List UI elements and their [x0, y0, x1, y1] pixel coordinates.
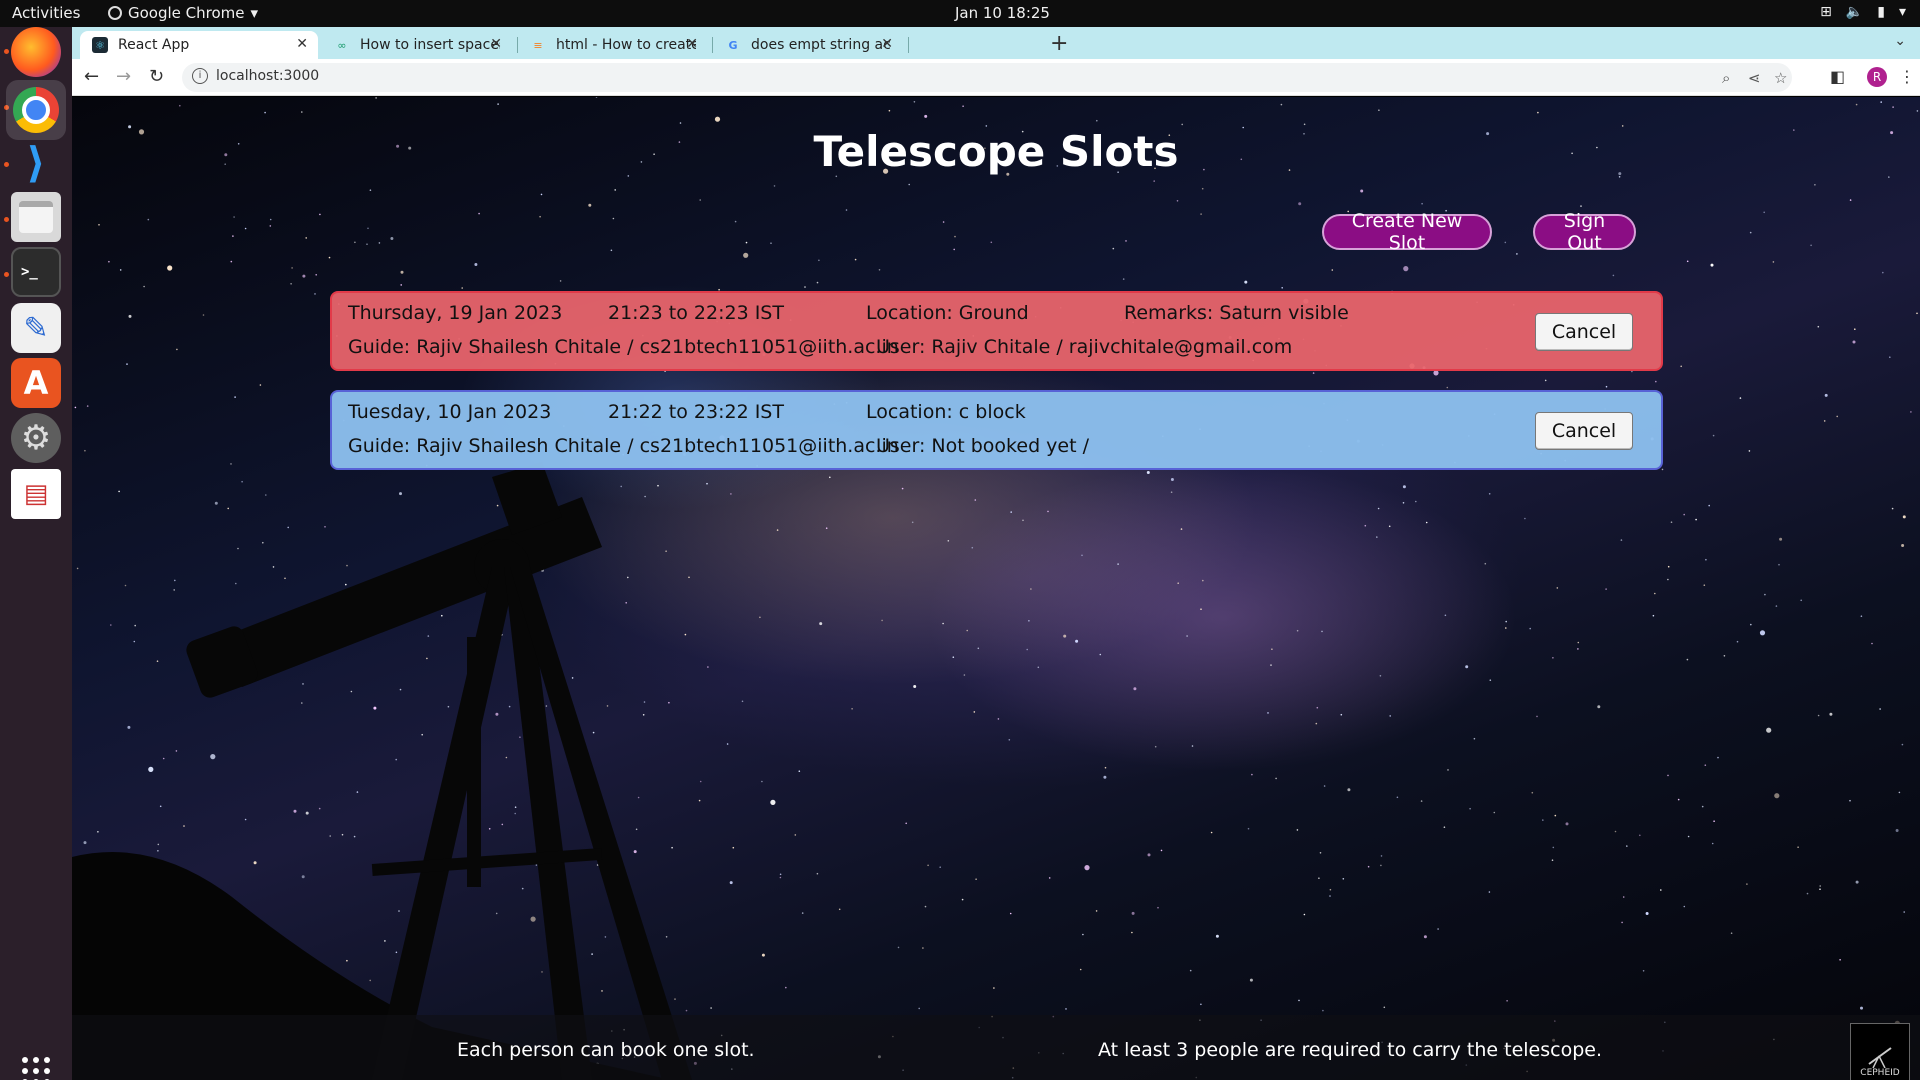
tab-title: React App	[118, 37, 190, 53]
clock[interactable]: Jan 10 18:25	[955, 4, 1050, 22]
firefox-icon[interactable]	[11, 27, 61, 77]
page-viewport: Telescope Slots Create New Slot Sign Out…	[72, 97, 1920, 1080]
reload-icon[interactable]: ↻	[149, 66, 164, 87]
close-icon[interactable]: ✕	[686, 36, 698, 52]
tab-title: How to insert spaces/tab	[360, 37, 500, 53]
footer-note-booking: Each person can book one slot.	[457, 1039, 755, 1061]
geeks-icon: ∞	[337, 38, 347, 52]
system-top-bar: Activities Google Chrome ▾ Jan 10 18:25 …	[0, 0, 1920, 27]
slot-card: Thursday, 19 Jan 2023 21:23 to 22:23 IST…	[330, 291, 1663, 371]
tab-title: does empt string act as n	[751, 37, 891, 53]
cancel-slot-button[interactable]: Cancel	[1535, 412, 1633, 450]
running-indicator	[4, 162, 9, 167]
tab-stackoverflow[interactable]: ≡ html - How to create a ma ✕	[518, 31, 708, 59]
app-store-icon[interactable]: A	[11, 358, 61, 408]
document-viewer-icon[interactable]: ▤	[11, 469, 61, 519]
volume-icon: 🔈	[1845, 4, 1864, 20]
side-panel-icon[interactable]: ◧	[1830, 67, 1845, 86]
tab-search-icon[interactable]: ⌄	[1894, 33, 1906, 49]
page-title: Telescope Slots	[813, 127, 1179, 176]
slot-guide: Guide: Rajiv Shailesh Chitale / cs21btec…	[348, 435, 899, 457]
cancel-slot-button[interactable]: Cancel	[1535, 313, 1633, 351]
chrome-small-icon	[108, 6, 122, 20]
zoom-icon[interactable]: ⌕	[1722, 69, 1730, 87]
forward-icon[interactable]: →	[116, 66, 131, 87]
slot-user: User: Not booked yet /	[876, 435, 1089, 457]
club-logo: CEPHEID	[1850, 1023, 1910, 1080]
new-tab-icon[interactable]: +	[1050, 31, 1068, 56]
close-icon[interactable]: ✕	[881, 36, 893, 52]
show-apps-icon[interactable]	[22, 1057, 50, 1080]
system-tray[interactable]: ⊞ 🔈 ▮ ▾	[1820, 4, 1906, 20]
site-info-icon[interactable]: i	[192, 68, 208, 84]
url-text: localhost:3000	[216, 68, 320, 84]
address-bar[interactable]: i localhost:3000 ⌕ ⋖ ☆	[182, 63, 1792, 92]
tab-strip: ⚛ React App ✕ ∞ How to insert spaces/tab…	[72, 27, 1920, 59]
dock: ⟩ >_ ✎ A ⚙ ▤	[0, 27, 72, 1080]
telescope-logo-icon	[1868, 1047, 1892, 1068]
tab-insert-spaces[interactable]: ∞ How to insert spaces/tab ✕	[322, 31, 512, 59]
caret-down-icon: ▾	[250, 4, 259, 22]
slot-user: User: Rajiv Chitale / rajivchitale@gmail…	[876, 336, 1293, 358]
slot-location: Location: Ground	[866, 302, 1029, 324]
bookmark-star-icon[interactable]: ☆	[1774, 69, 1787, 87]
chrome-icon	[13, 87, 59, 133]
vscode-icon[interactable]: ⟩	[11, 137, 61, 187]
activities-button[interactable]: Activities	[12, 4, 80, 22]
tab-title: html - How to create a ma	[556, 37, 696, 53]
slot-location: Location: c block	[866, 401, 1026, 423]
tab-separator	[908, 37, 909, 53]
react-icon: ⚛	[92, 37, 108, 53]
slot-time: 21:22 to 23:22 IST	[608, 401, 784, 423]
page-footer: Each person can book one slot. At least …	[72, 1015, 1920, 1080]
slot-remarks: Remarks: Saturn visible	[1124, 302, 1349, 324]
settings-gear-icon[interactable]: ⚙	[11, 413, 61, 463]
chrome-dock-item[interactable]	[6, 80, 66, 140]
tray-caret-icon: ▾	[1898, 4, 1906, 20]
browser-toolbar: ← → ↻ i localhost:3000 ⌕ ⋖ ☆ ◧ R ⋮	[72, 59, 1920, 96]
footer-note-telescope: At least 3 people are required to carry …	[1098, 1039, 1603, 1061]
slot-time: 21:23 to 22:23 IST	[608, 302, 784, 324]
close-icon[interactable]: ✕	[490, 36, 502, 52]
telescope-silhouette	[72, 462, 692, 1080]
network-icon: ⊞	[1820, 4, 1832, 20]
battery-icon: ▮	[1877, 4, 1885, 20]
app-menu-label: Google Chrome	[128, 4, 245, 22]
google-icon: G	[728, 38, 738, 52]
running-indicator	[4, 217, 9, 222]
slot-card: Tuesday, 10 Jan 2023 21:22 to 23:22 IST …	[330, 390, 1663, 470]
tab-react-app[interactable]: ⚛ React App ✕	[80, 31, 318, 59]
slot-guide: Guide: Rajiv Shailesh Chitale / cs21btec…	[348, 336, 899, 358]
files-icon[interactable]	[11, 192, 61, 242]
stackoverflow-icon: ≡	[533, 38, 543, 52]
running-indicator	[4, 49, 9, 54]
share-icon[interactable]: ⋖	[1748, 69, 1761, 87]
running-indicator	[4, 272, 9, 277]
browser-window: ⚛ React App ✕ ∞ How to insert spaces/tab…	[72, 27, 1920, 1080]
slot-date: Tuesday, 10 Jan 2023	[348, 401, 552, 423]
back-icon[interactable]: ←	[84, 66, 99, 87]
tab-google-search[interactable]: G does empt string act as n ✕	[713, 31, 903, 59]
app-menu[interactable]: Google Chrome ▾	[108, 4, 258, 22]
close-icon[interactable]: ✕	[296, 36, 308, 52]
profile-avatar[interactable]: R	[1867, 67, 1887, 87]
terminal-icon[interactable]: >_	[11, 247, 61, 297]
sign-out-button[interactable]: Sign Out	[1533, 210, 1636, 254]
text-editor-icon[interactable]: ✎	[11, 303, 61, 353]
logo-text: CEPHEID	[1860, 1068, 1900, 1078]
slot-date: Thursday, 19 Jan 2023	[348, 302, 563, 324]
menu-kebab-icon[interactable]: ⋮	[1899, 67, 1915, 86]
create-new-slot-button[interactable]: Create New Slot	[1322, 210, 1492, 254]
